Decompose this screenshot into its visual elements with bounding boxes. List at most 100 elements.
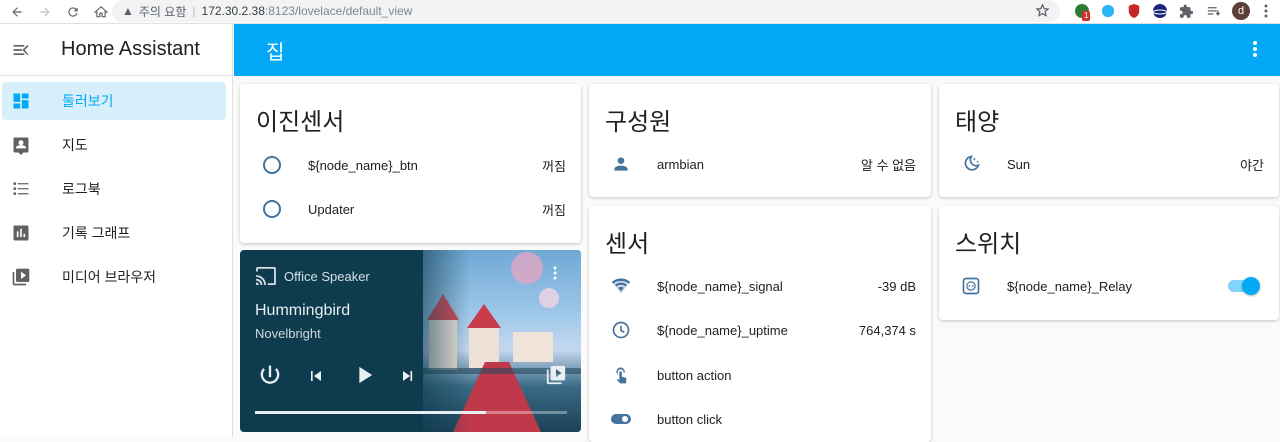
sidebar-item-logbook[interactable]: 로그북	[2, 170, 226, 208]
sidebar-item-overview[interactable]: 둘러보기	[2, 82, 226, 120]
gesture-tap-icon	[609, 363, 633, 387]
chart-bar-icon	[2, 223, 40, 243]
sidebar-item-label: 미디어 브라우저	[62, 269, 157, 285]
relay-toggle[interactable]	[1226, 277, 1260, 295]
entity-row[interactable]: ${node_name}_btn 꺼짐	[240, 145, 581, 185]
sidebar-item-label: 둘러보기	[62, 93, 114, 109]
address-bar[interactable]: ▲ 주의 요함 | 172.30.2.38:8123/lovelace/defa…	[112, 0, 1060, 22]
profile-avatar[interactable]: d	[1231, 1, 1251, 21]
entity-row[interactable]: Sun 야간	[939, 144, 1279, 184]
person-card: 구성원 armbian 알 수 없음	[589, 84, 931, 197]
power-icon	[260, 365, 280, 384]
sidebar-item-map[interactable]: 지도	[2, 126, 226, 164]
account-box-icon	[2, 135, 40, 155]
media-progress-track[interactable]	[255, 411, 567, 414]
more-vert-icon[interactable]	[1252, 40, 1258, 58]
browser-toolbar: ▲ 주의 요함 | 172.30.2.38:8123/lovelace/defa…	[0, 0, 1280, 24]
weather-night-icon	[959, 152, 983, 176]
format-list-icon	[2, 179, 40, 199]
media-player-card: Office Speaker Hummingbird Novelbright	[240, 250, 581, 432]
page-title: 집	[266, 41, 285, 64]
extensions-puzzle-icon[interactable]	[1176, 1, 1196, 21]
account-icon	[609, 152, 633, 176]
sidebar-item-media-browser[interactable]: 미디어 브라우저	[2, 258, 226, 296]
radiobox-blank-icon	[260, 153, 284, 177]
back-button[interactable]	[6, 1, 28, 23]
sidebar-title: Home Assistant	[61, 38, 200, 60]
next-track-button[interactable]	[398, 366, 418, 386]
switch-card: 스위치 ${node_name}_Relay	[939, 206, 1279, 320]
sidebar-item-history[interactable]: 기록 그래프	[2, 214, 226, 252]
browser-menu-icon[interactable]	[1256, 1, 1276, 21]
home-button[interactable]	[90, 1, 112, 23]
entity-name: Updater	[308, 201, 355, 217]
media-browse-button[interactable]	[545, 364, 567, 386]
skip-previous-icon	[311, 371, 321, 381]
sidebar-item-label: 로그북	[62, 181, 101, 197]
entity-state: -39 dB	[877, 278, 916, 294]
entity-state: 꺼짐	[542, 158, 566, 174]
card-title: 스위치	[955, 231, 1022, 258]
media-progress-fill	[255, 411, 486, 414]
extension-blue-icon[interactable]	[1098, 1, 1118, 21]
dashboard-icon	[2, 91, 40, 111]
extension-planet-icon[interactable]	[1150, 1, 1170, 21]
entity-name: Sun	[1007, 156, 1031, 172]
url-path: :8123/lovelace/default_view	[264, 4, 413, 18]
entity-row[interactable]: ${node_name}_Relay	[939, 266, 1279, 306]
play-box-multiple-icon	[546, 365, 566, 385]
entity-state: 꺼짐	[542, 202, 566, 218]
previous-track-button[interactable]	[306, 366, 326, 386]
binary-sensor-card: 이진센서 ${node_name}_btn 꺼짐 Updater 꺼짐	[240, 84, 581, 243]
entity-state: 764,374 s	[858, 322, 916, 338]
entity-name: ${node_name}_btn	[308, 157, 418, 173]
entity-row[interactable]: button action	[589, 355, 931, 395]
media-device-name: Office Speaker	[284, 269, 370, 284]
extension-green-icon[interactable]: 1	[1072, 1, 1092, 21]
extension-shield-icon[interactable]	[1124, 1, 1144, 21]
entity-row[interactable]: armbian 알 수 없음	[589, 144, 931, 184]
sidebar: Home Assistant 둘러보기 지도 로그북 기록 그래프 미디어 브라…	[0, 24, 233, 437]
url-separator: |	[192, 4, 196, 18]
security-warning-label: 주의 요함	[138, 4, 187, 19]
art-gradient	[390, 250, 470, 432]
entity-row[interactable]: button click	[589, 399, 931, 439]
card-title: 센서	[605, 231, 650, 258]
cast-icon	[255, 267, 277, 285]
reading-list-icon[interactable]	[1203, 1, 1223, 21]
star-icon[interactable]	[1035, 3, 1050, 18]
toggle-thumb	[1242, 277, 1260, 295]
entity-name: button action	[657, 367, 732, 383]
skip-next-icon	[403, 371, 413, 381]
radiobox-blank-icon	[260, 197, 284, 221]
entity-row[interactable]: ${node_name}_uptime 764,374 s	[589, 310, 931, 350]
extension-badge: 1	[1082, 11, 1091, 21]
menu-toggle-button[interactable]	[0, 24, 42, 76]
menu-open-icon	[13, 44, 29, 55]
play-icon	[359, 366, 373, 384]
media-more-icon[interactable]	[553, 266, 557, 280]
play-button[interactable]	[350, 361, 378, 389]
power-button[interactable]	[256, 362, 284, 390]
app-header: 집	[234, 24, 1280, 76]
entity-name: ${node_name}_Relay	[1007, 278, 1133, 294]
forward-button[interactable]	[34, 1, 56, 23]
entity-state: 야간	[1240, 157, 1264, 173]
sun-card: 태양 Sun 야간	[939, 84, 1279, 197]
entity-name: button click	[657, 411, 723, 427]
card-title: 이진센서	[256, 109, 345, 136]
profile-letter: d	[1232, 2, 1250, 20]
entity-name: armbian	[657, 156, 704, 172]
media-artist: Novelbright	[255, 326, 321, 341]
card-title: 구성원	[605, 109, 672, 136]
card-title: 태양	[955, 109, 1000, 136]
sidebar-item-label: 지도	[62, 137, 88, 153]
reload-button[interactable]	[62, 1, 84, 23]
clock-icon	[609, 318, 633, 342]
entity-row[interactable]: Updater 꺼짐	[240, 189, 581, 229]
warning-icon: ▲	[122, 4, 134, 18]
url-host: 172.30.2.38	[201, 4, 265, 18]
entity-row[interactable]: ${node_name}_signal -39 dB	[589, 266, 931, 306]
media-track-title: Hummingbird	[255, 302, 351, 319]
wifi-icon	[609, 274, 633, 298]
